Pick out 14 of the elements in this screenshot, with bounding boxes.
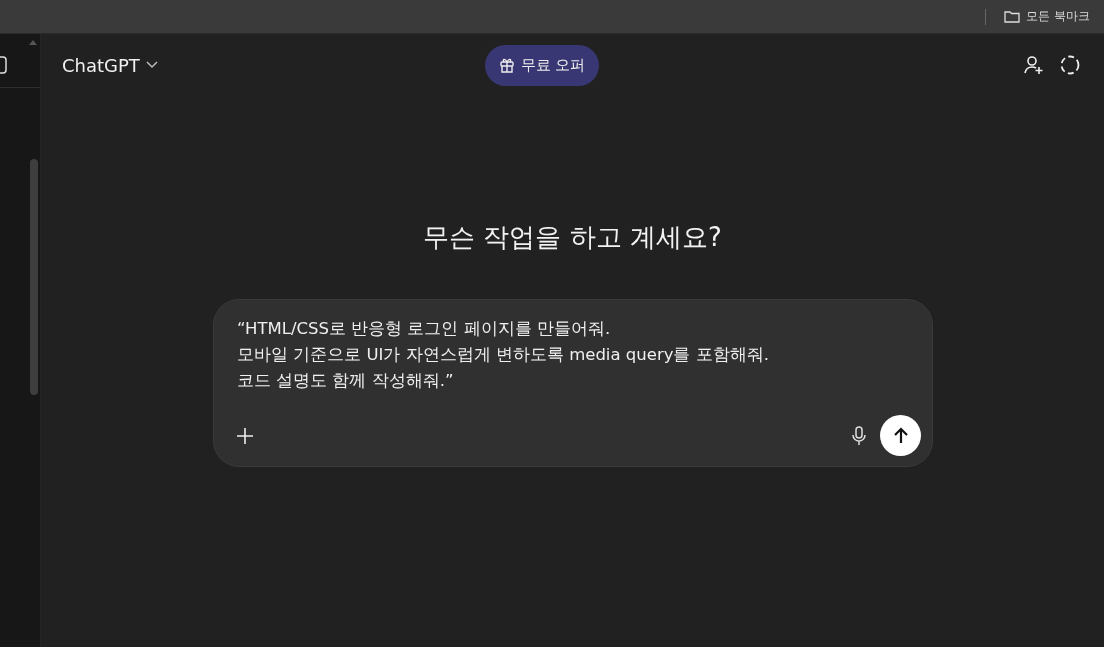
sidebar-icon[interactable] (0, 55, 8, 75)
scroll-up-icon[interactable] (29, 40, 37, 45)
chevron-down-icon (145, 61, 158, 69)
plus-icon[interactable] (236, 426, 254, 445)
microphone-icon[interactable] (852, 425, 866, 446)
prompt-field[interactable]: “HTML/CSS로 반응형 로그인 페이지를 만들어줘. 모바일 기준으로 UI가 자연스럽게 변하도록 media query를 포함해줘. 코드 설명도 함께 작성해줘.” (213, 299, 933, 467)
page-heading: 무슨 작업을 하고 계세요? (422, 221, 723, 254)
model-selector[interactable]: ChatGPT (62, 54, 158, 76)
free-offer-button[interactable]: 무료 오퍼 (484, 44, 600, 86)
gift-icon (498, 57, 515, 73)
bookmark-folder[interactable]: 모든 북마크 (1004, 8, 1090, 25)
send-button[interactable] (880, 415, 921, 456)
folder-icon (1004, 10, 1021, 23)
scrollbar[interactable] (30, 159, 38, 395)
